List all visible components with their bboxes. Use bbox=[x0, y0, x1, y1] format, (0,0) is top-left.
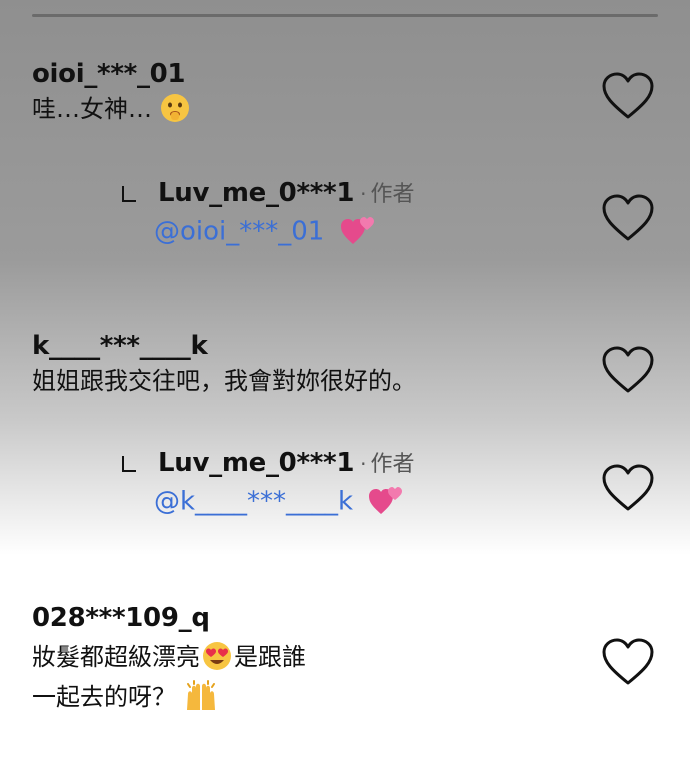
like-heart-icon[interactable] bbox=[602, 194, 654, 242]
reply-arrow-icon bbox=[122, 186, 136, 202]
comment-text-line2: 一起去的呀？ bbox=[32, 680, 690, 714]
raising-hands-emoji bbox=[184, 680, 218, 712]
comment-text: 姐姐跟我交往吧，我會對妳很好的。 bbox=[32, 367, 416, 395]
comment-item: k____***____k 姐姐跟我交往吧，我會對妳很好的。 bbox=[32, 330, 690, 398]
shushing-face-emoji bbox=[160, 93, 190, 123]
reply-separator: · bbox=[360, 182, 367, 206]
comment-username[interactable]: k____***____k bbox=[32, 330, 690, 362]
heart-eyes-emoji bbox=[202, 641, 232, 671]
reply-username[interactable]: Luv_me_0***1 bbox=[158, 448, 354, 478]
mention-link[interactable]: @k____***____k bbox=[154, 487, 353, 517]
like-heart-icon[interactable] bbox=[602, 346, 654, 394]
comment-text: 妝髮都超級漂亮 是跟誰 bbox=[32, 641, 306, 671]
author-tag: 作者 bbox=[370, 182, 415, 207]
reply-header: Luv_me_0***1 · 作者 bbox=[158, 176, 415, 208]
two-hearts-emoji bbox=[369, 484, 403, 516]
sheet-handle-divider bbox=[32, 14, 658, 17]
like-heart-icon[interactable] bbox=[602, 638, 654, 686]
comment-text: 哇…女神… bbox=[32, 92, 690, 126]
comment-username[interactable]: oioi_***_01 bbox=[32, 58, 690, 90]
reply-arrow-icon bbox=[122, 456, 136, 472]
mention-link[interactable]: @oioi_***_01 bbox=[154, 217, 324, 247]
reply-mention: @oioi_***_01 bbox=[154, 216, 375, 248]
reply-separator: · bbox=[360, 452, 367, 476]
author-tag: 作者 bbox=[370, 452, 415, 477]
reply-username[interactable]: Luv_me_0***1 bbox=[158, 178, 354, 208]
two-hearts-emoji bbox=[340, 214, 375, 246]
reply-mention: @k____***____k bbox=[154, 486, 403, 518]
comment-item: oioi_***_01 哇…女神… bbox=[32, 58, 690, 126]
reply-header: Luv_me_0***1 · 作者 bbox=[158, 446, 415, 478]
like-heart-icon[interactable] bbox=[602, 464, 654, 512]
like-heart-icon[interactable] bbox=[602, 72, 654, 120]
comment-username[interactable]: 028***109_q bbox=[32, 602, 690, 634]
comment-item: 028***109_q 妝髮都超級漂亮 是跟誰 一起去的呀？ bbox=[32, 602, 690, 714]
